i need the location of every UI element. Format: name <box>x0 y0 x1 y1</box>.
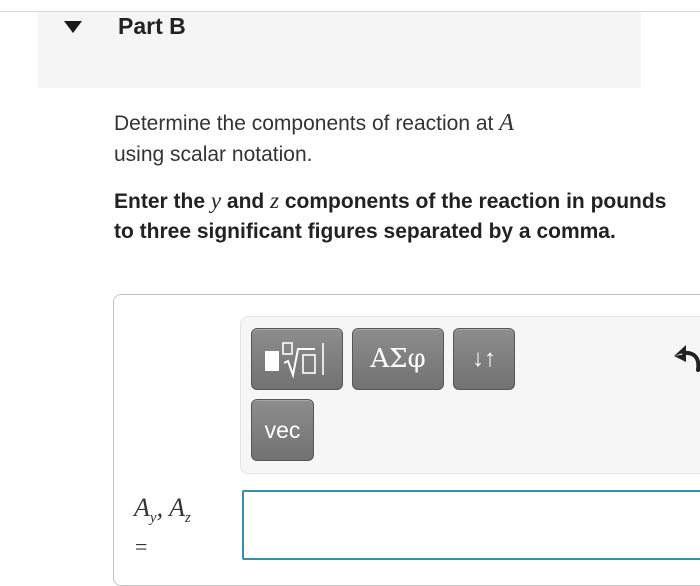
instruction-text: Enter the y and z components of the reac… <box>114 186 674 247</box>
answer-input[interactable] <box>242 490 700 560</box>
instruction-var-y: y <box>210 188 222 213</box>
prompt-variable: A <box>499 110 514 136</box>
prompt-text-2: using scalar notation. <box>114 143 313 166</box>
equals-sign: = <box>135 534 148 559</box>
undo-icon[interactable] <box>672 340 700 376</box>
var-a2: A <box>169 493 185 522</box>
sub-y: y <box>149 510 157 527</box>
templates-button[interactable] <box>251 328 343 390</box>
question-prompt: Determine the components of reaction at … <box>114 108 654 170</box>
vec-button[interactable]: vec <box>251 399 314 461</box>
var-a: A <box>134 493 150 522</box>
sub-z: z <box>184 510 191 527</box>
prompt-text: Determine the components of reaction at <box>114 112 500 135</box>
part-title: Part B <box>118 13 186 39</box>
instruction-var-z: z <box>270 188 280 213</box>
instruction-pre: Enter the <box>114 190 211 213</box>
answer-variable-label: Ay, Az <box>134 493 191 527</box>
templates-radical-icon <box>265 342 324 379</box>
greek-symbols-button[interactable]: ΑΣφ <box>352 328 444 390</box>
instruction-and: and <box>221 190 271 213</box>
caret-down-icon[interactable] <box>62 18 84 36</box>
arrows-button[interactable]: ↓↑ <box>453 328 515 390</box>
var-separator: , <box>156 493 170 522</box>
